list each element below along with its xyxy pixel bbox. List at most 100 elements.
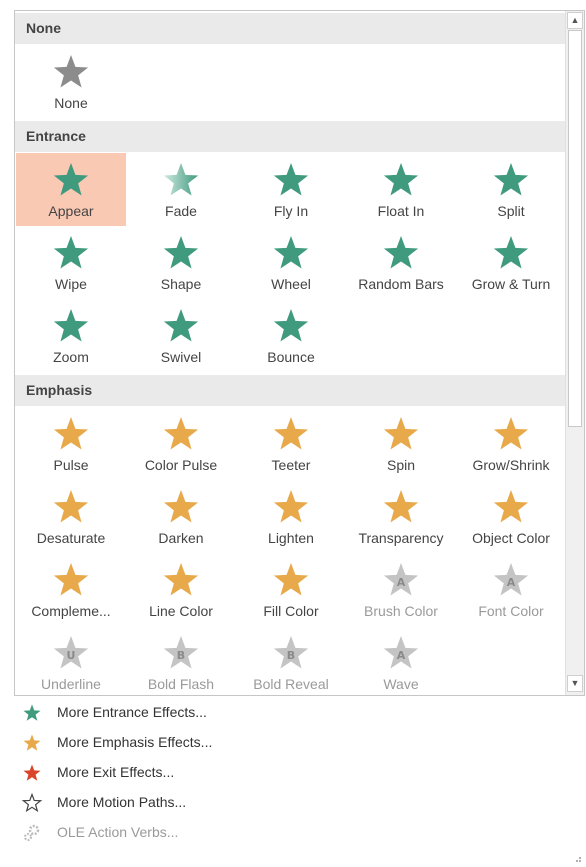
- menu-item-label: More Emphasis Effects...: [57, 734, 213, 750]
- effect-tile-fill-color[interactable]: Fill Color: [236, 553, 346, 626]
- fade-effect-icon: [161, 160, 201, 200]
- effect-tile-darken[interactable]: Darken: [126, 480, 236, 553]
- effect-label: Appear: [48, 203, 94, 219]
- ole-gears-icon: [22, 823, 42, 843]
- effect-tile-none[interactable]: None: [16, 45, 126, 118]
- effect-tile-swivel[interactable]: Swivel: [126, 299, 236, 372]
- effect-tile-pulse[interactable]: Pulse: [16, 407, 126, 480]
- swivel-effect-icon: [161, 306, 201, 346]
- effect-tile-desaturate[interactable]: Desaturate: [16, 480, 126, 553]
- effect-tile-wheel[interactable]: Wheel: [236, 226, 346, 299]
- effect-tile-lighten[interactable]: Lighten: [236, 480, 346, 553]
- effect-tile-line-color[interactable]: Line Color: [126, 553, 236, 626]
- effect-tile-float-in[interactable]: Float In: [346, 153, 456, 226]
- effect-tile-grow-shrink[interactable]: Grow/Shrink: [456, 407, 565, 480]
- scroll-up-button[interactable]: ▲: [567, 12, 583, 29]
- effect-tile-bold-reveal: B Bold Reveal: [236, 626, 346, 695]
- effect-label: Random Bars: [358, 276, 444, 292]
- transparency-effect-icon: [381, 487, 421, 527]
- teeter-effect-icon: [271, 414, 311, 454]
- effect-label: Grow & Turn: [471, 276, 551, 292]
- effect-label: Darken: [158, 530, 204, 546]
- effect-label: Color Pulse: [144, 457, 218, 473]
- pulse-effect-icon: [51, 414, 91, 454]
- effect-tile-bold-flash: B Bold Flash: [126, 626, 236, 695]
- effect-tile-wave: A Wave: [346, 626, 456, 695]
- effect-label: Object Color: [472, 530, 550, 546]
- effect-tile-transparency[interactable]: Transparency: [346, 480, 456, 553]
- effect-label: Wave: [383, 676, 419, 692]
- effect-label: Swivel: [160, 349, 202, 365]
- effect-tile-font-color: A Font Color: [456, 553, 565, 626]
- effect-tile-compleme[interactable]: Compleme...: [16, 553, 126, 626]
- none-effect-icon: [51, 52, 91, 92]
- font-color-effect-icon: A: [491, 560, 531, 600]
- effect-tile-teeter[interactable]: Teeter: [236, 407, 346, 480]
- zoom-effect-icon: [51, 306, 91, 346]
- effect-tile-fade[interactable]: Fade: [126, 153, 236, 226]
- svg-text:B: B: [177, 649, 185, 662]
- menu-item-more-entrance-effects[interactable]: More Entrance Effects...: [14, 697, 585, 727]
- menu-item-label: More Entrance Effects...: [57, 704, 207, 720]
- shape-effect-icon: [161, 233, 201, 273]
- effect-tile-bounce[interactable]: Bounce: [236, 299, 346, 372]
- menu-item-more-emphasis-effects[interactable]: More Emphasis Effects...: [14, 727, 585, 757]
- animation-gallery: None None Entrance Appear Fade Fly In Float In…: [14, 10, 585, 696]
- effect-tile-brush-color: A Brush Color: [346, 553, 456, 626]
- effect-label: Fade: [165, 203, 197, 219]
- gold-star-icon: [22, 733, 42, 753]
- scroll-thumb[interactable]: [568, 30, 582, 427]
- effect-tile-color-pulse[interactable]: Color Pulse: [126, 407, 236, 480]
- menu-item-label: More Exit Effects...: [57, 764, 175, 780]
- section-header-none: None: [15, 13, 565, 44]
- darken-effect-icon: [161, 487, 201, 527]
- random-bars-effect-icon: [381, 233, 421, 273]
- effect-tile-underline: U Underline: [16, 626, 126, 695]
- bold-flash-effect-icon: B: [161, 633, 201, 673]
- scroll-down-button[interactable]: ▼: [567, 675, 583, 692]
- effect-tile-fly-in[interactable]: Fly In: [236, 153, 346, 226]
- effect-tile-random-bars[interactable]: Random Bars: [346, 226, 456, 299]
- effect-label: Desaturate: [36, 530, 106, 546]
- menu-item-label: More Motion Paths...: [57, 794, 187, 810]
- effect-label: Bounce: [267, 349, 315, 365]
- svg-text:A: A: [397, 649, 406, 662]
- effect-label: Bold Flash: [147, 676, 215, 692]
- menu-item-ole-action-verbs: OLE Action Verbs...: [14, 817, 585, 847]
- float-in-effect-icon: [381, 160, 421, 200]
- grow-shrink-effect-icon: [491, 414, 531, 454]
- effect-tile-wipe[interactable]: Wipe: [16, 226, 126, 299]
- svg-text:A: A: [507, 576, 516, 589]
- bounce-effect-icon: [271, 306, 311, 346]
- effect-tile-shape[interactable]: Shape: [126, 226, 236, 299]
- effect-label: Teeter: [271, 457, 311, 473]
- effect-label: Transparency: [358, 530, 444, 546]
- effect-tile-appear[interactable]: Appear: [16, 153, 126, 226]
- brush-color-effect-icon: A: [381, 560, 421, 600]
- effect-label: Line Color: [149, 603, 213, 619]
- effect-tile-spin[interactable]: Spin: [346, 407, 456, 480]
- effect-label: Split: [497, 203, 525, 219]
- effect-label: Float In: [377, 203, 425, 219]
- compleme-effect-icon: [51, 560, 91, 600]
- effect-tile-object-color[interactable]: Object Color: [456, 480, 565, 553]
- section-header-emphasis: Emphasis: [15, 375, 565, 406]
- appear-effect-icon: [51, 160, 91, 200]
- vertical-scrollbar[interactable]: ▲ ▼: [565, 11, 584, 695]
- effect-label: Fill Color: [263, 603, 319, 619]
- effect-label: Pulse: [53, 457, 89, 473]
- menu-item-more-motion-paths[interactable]: More Motion Paths...: [14, 787, 585, 817]
- effect-label: Fly In: [273, 203, 309, 219]
- green-star-icon: [22, 703, 42, 723]
- effect-tile-zoom[interactable]: Zoom: [16, 299, 126, 372]
- svg-text:A: A: [397, 576, 406, 589]
- menu-item-more-exit-effects[interactable]: More Exit Effects...: [14, 757, 585, 787]
- color-pulse-effect-icon: [161, 414, 201, 454]
- effect-tile-grow-turn[interactable]: Grow & Turn: [456, 226, 565, 299]
- effect-tile-split[interactable]: Split: [456, 153, 565, 226]
- resize-grip-icon[interactable]: [572, 853, 582, 863]
- bold-reveal-effect-icon: B: [271, 633, 311, 673]
- desaturate-effect-icon: [51, 487, 91, 527]
- grow-turn-effect-icon: [491, 233, 531, 273]
- outline-star-icon: [22, 793, 42, 813]
